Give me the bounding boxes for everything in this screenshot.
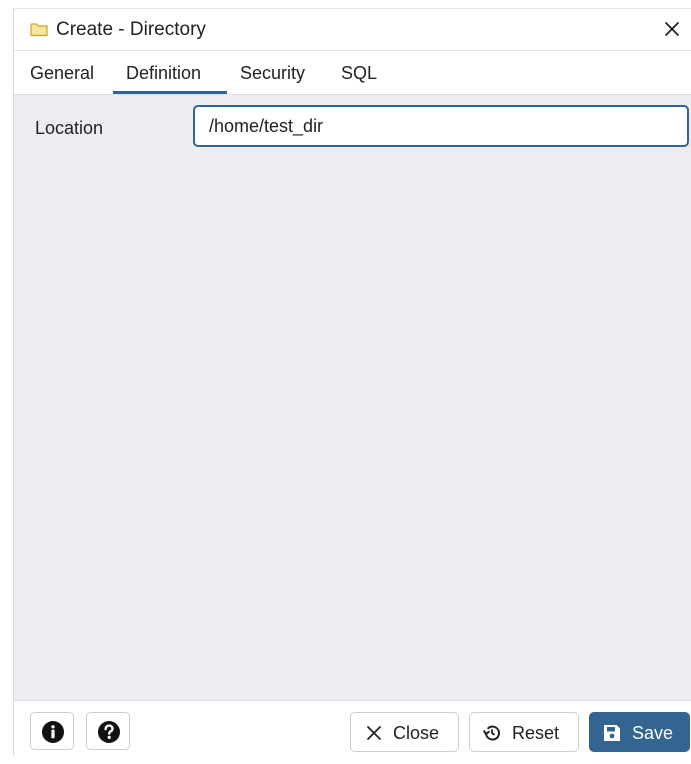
close-dialog-icon[interactable] (661, 18, 683, 40)
close-button-label: Close (393, 723, 440, 743)
info-button[interactable] (30, 712, 74, 750)
create-directory-dialog: Create - Directory General Definition Se… (13, 8, 691, 756)
close-icon (367, 726, 381, 740)
dialog-title: Create - Directory (56, 19, 206, 40)
tab-bar: General Definition Security SQL (14, 51, 691, 95)
active-tab-indicator (113, 91, 227, 94)
reset-icon (483, 725, 500, 741)
reset-button-label: Reset (512, 723, 560, 743)
info-icon (42, 721, 64, 743)
save-button[interactable]: Save (589, 712, 690, 752)
close-button[interactable]: Close (350, 712, 459, 752)
tab-definition[interactable]: Definition (126, 62, 201, 84)
location-label: Location (35, 118, 104, 138)
save-icon (604, 725, 620, 741)
help-icon (98, 721, 120, 743)
tab-security[interactable]: Security (240, 62, 305, 84)
folder-icon (30, 23, 48, 37)
tab-sql[interactable]: SQL (341, 62, 377, 84)
help-button[interactable] (86, 712, 130, 750)
dialog-titlebar: Create - Directory (14, 9, 691, 51)
location-input[interactable] (193, 105, 689, 147)
definition-panel: Location (14, 95, 691, 700)
reset-button[interactable]: Reset (469, 712, 579, 752)
tab-general[interactable]: General (30, 62, 94, 84)
dialog-footer: Close Reset Save (14, 700, 691, 756)
save-button-label: Save (632, 723, 674, 743)
